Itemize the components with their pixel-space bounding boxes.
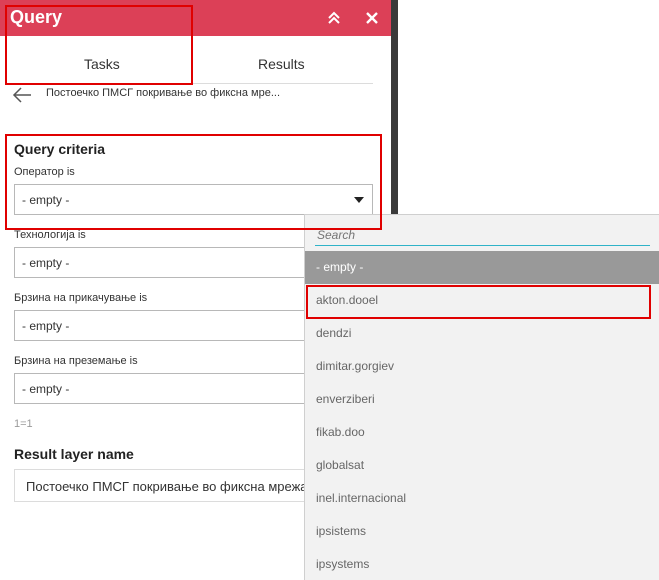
dropdown-option[interactable]: enverziberi bbox=[305, 383, 659, 416]
select-value: - empty - bbox=[22, 256, 70, 270]
dropdown-option[interactable]: inel.internacional bbox=[305, 482, 659, 515]
field-label-operator: Оператор is bbox=[14, 166, 75, 178]
tab-tasks[interactable]: Tasks bbox=[84, 56, 120, 72]
query-expression: 1=1 bbox=[14, 418, 33, 430]
dropdown-option[interactable]: ipsistems bbox=[305, 515, 659, 548]
result-layer-title: Result layer name bbox=[14, 446, 134, 462]
dropdown-option[interactable]: - empty - bbox=[305, 251, 659, 284]
dropdown-option[interactable]: dendzi bbox=[305, 317, 659, 350]
caret-down-icon bbox=[354, 197, 364, 203]
field-label-upload-speed: Брзина на прикачување is bbox=[14, 292, 148, 304]
select-value: - empty - bbox=[22, 193, 70, 207]
tab-divider bbox=[12, 83, 373, 84]
tab-results[interactable]: Results bbox=[258, 56, 305, 72]
dropdown-option[interactable]: fikab.doo bbox=[305, 416, 659, 449]
dropdown-option[interactable]: globalsat bbox=[305, 449, 659, 482]
task-name: Постоечко ПМСГ покривање во фиксна мре..… bbox=[46, 87, 281, 99]
operator-select[interactable]: - empty - bbox=[14, 184, 373, 215]
back-row: Постоечко ПМСГ покривање во фиксна мре..… bbox=[12, 86, 382, 104]
dropdown-option[interactable]: dimitar.gorgiev bbox=[305, 350, 659, 383]
dropdown-option[interactable]: akton.dooel bbox=[305, 284, 659, 317]
select-value: - empty - bbox=[22, 382, 70, 396]
dropdown-option[interactable]: ipsystems bbox=[305, 548, 659, 580]
panel-header: Query bbox=[0, 0, 391, 36]
field-label-technology: Технологија is bbox=[14, 229, 86, 241]
tab-bar: Tasks Results bbox=[0, 56, 391, 84]
double-chevron-up-icon[interactable] bbox=[324, 8, 344, 28]
close-icon[interactable] bbox=[362, 8, 382, 28]
operator-dropdown: - empty - akton.dooel dendzi dimitar.gor… bbox=[304, 214, 659, 580]
panel-title: Query bbox=[10, 7, 63, 27]
dropdown-options: - empty - akton.dooel dendzi dimitar.gor… bbox=[305, 251, 659, 580]
query-criteria-title: Query criteria bbox=[14, 141, 106, 157]
arrow-left-icon[interactable] bbox=[12, 87, 32, 108]
field-label-download-speed: Брзина на преземање is bbox=[14, 355, 138, 367]
select-value: - empty - bbox=[22, 319, 70, 333]
dropdown-search-input[interactable] bbox=[315, 224, 650, 246]
result-layer-name-value: Постоечко ПМСГ покривање во фиксна мрежа bbox=[26, 479, 308, 494]
panel-splitter bbox=[391, 0, 398, 216]
